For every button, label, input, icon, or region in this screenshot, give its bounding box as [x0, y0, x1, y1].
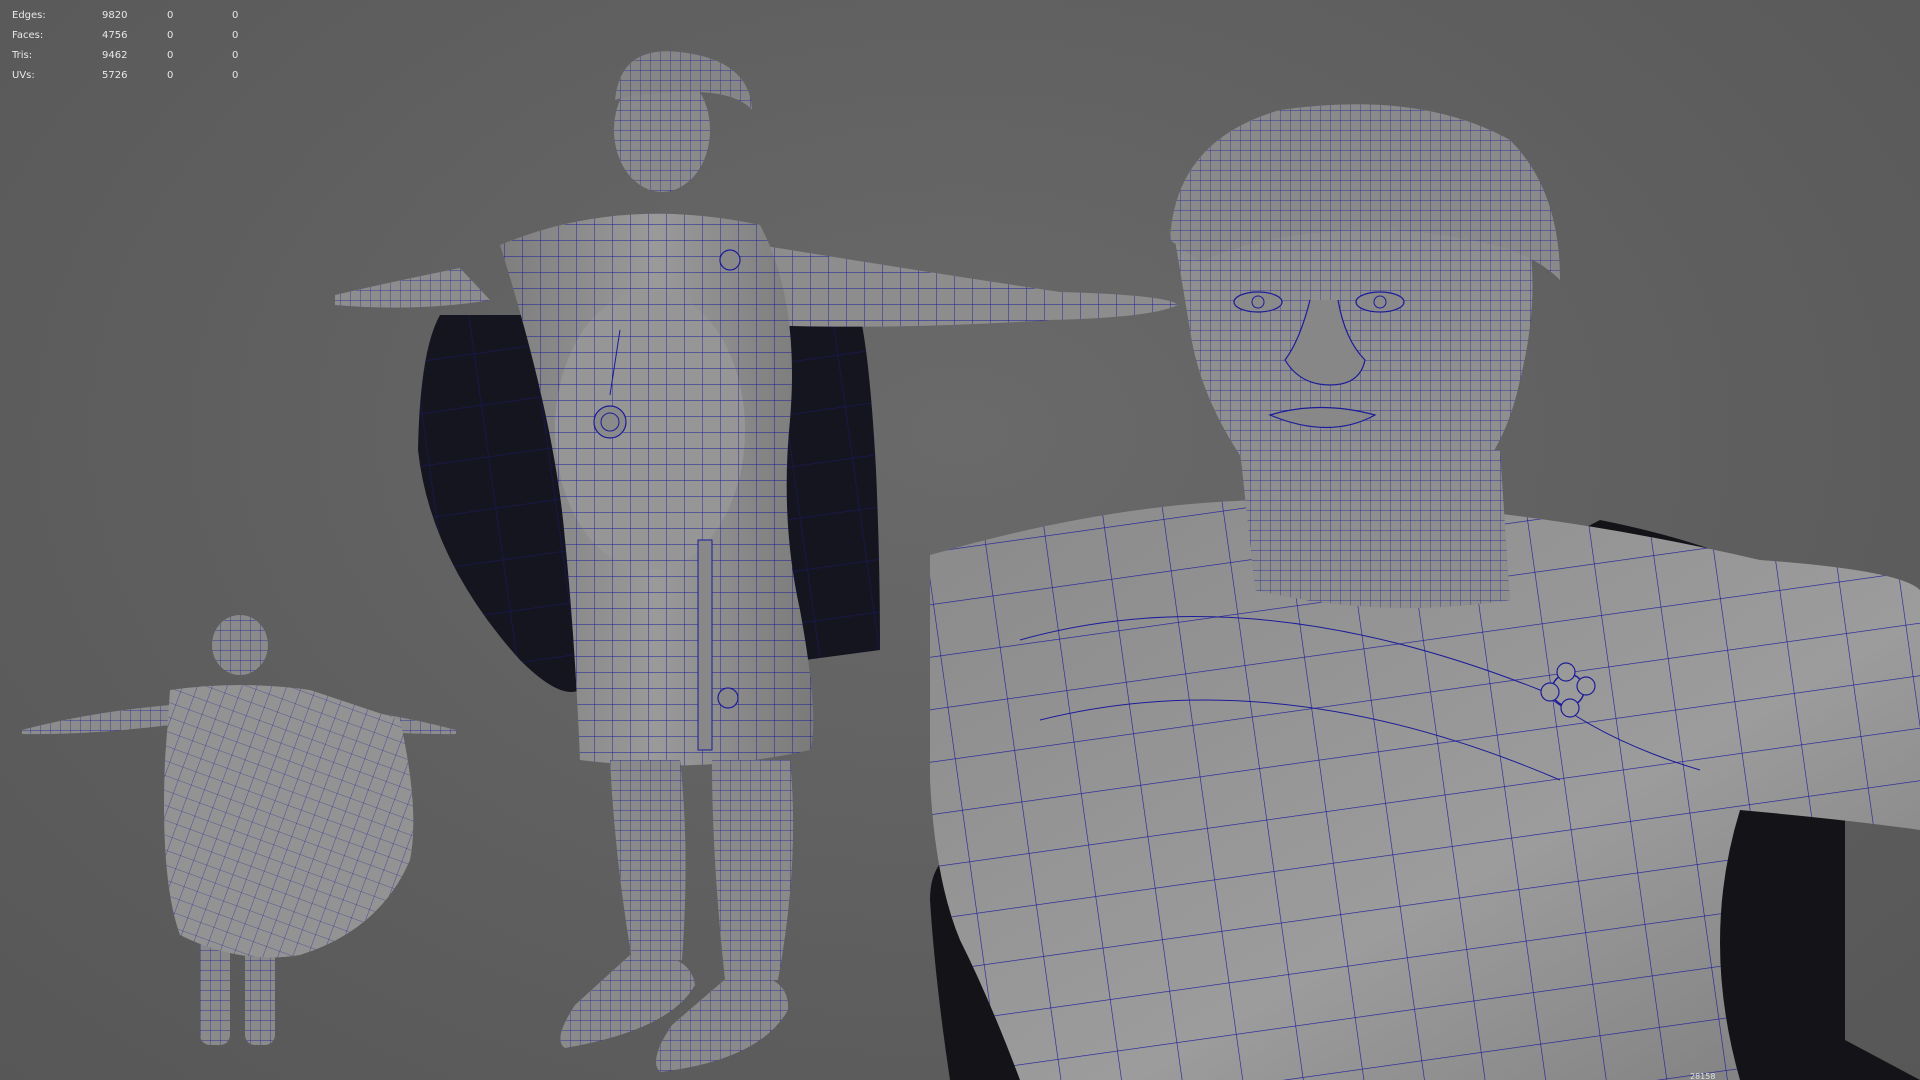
hud-label: Edges:	[12, 10, 46, 21]
hud-component: 0	[232, 70, 239, 81]
hud-selected: 0	[167, 50, 174, 61]
hud-row-uvs: UVs: 5726 0 0	[12, 66, 297, 86]
hud-value: 4756	[102, 30, 128, 41]
hud-label: Faces:	[12, 30, 44, 41]
hud-component: 0	[232, 50, 239, 61]
scene-render	[22, 51, 1920, 1080]
hud-selected: 0	[167, 70, 174, 81]
back-view-model[interactable]	[22, 615, 456, 1045]
hud-component: 0	[232, 10, 239, 21]
hud-row-faces: Faces: 4756 0 0	[12, 26, 297, 46]
hud-label: UVs:	[12, 70, 35, 81]
closeup-view-model[interactable]	[930, 104, 1920, 1080]
hud-value: 9462	[102, 50, 128, 61]
poly-count-hud: Edges: 9820 0 0 Faces: 4756 0 0 Tris: 94…	[12, 6, 297, 86]
hud-component: 0	[232, 30, 239, 41]
3d-viewport[interactable]: Edges: 9820 0 0 Faces: 4756 0 0 Tris: 94…	[0, 0, 1920, 1080]
hud-selected: 0	[167, 30, 174, 41]
hud-row-edges: Edges: 9820 0 0	[12, 6, 297, 26]
hud-row-tris: Tris: 9462 0 0	[12, 46, 297, 66]
hud-selected: 0	[167, 10, 174, 21]
corner-label: 28158	[1690, 1072, 1716, 1080]
hud-label: Tris:	[12, 50, 33, 61]
hud-value: 5726	[102, 70, 128, 81]
hud-value: 9820	[102, 10, 128, 21]
